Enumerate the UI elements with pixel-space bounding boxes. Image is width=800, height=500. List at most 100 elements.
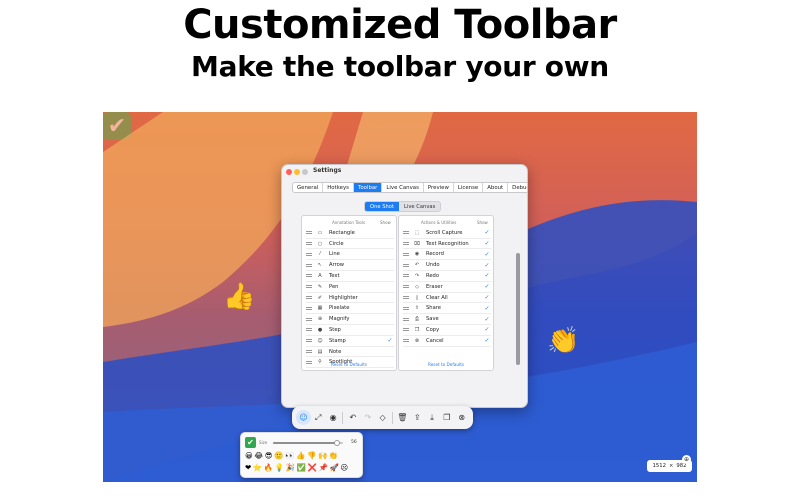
tab-toolbar[interactable]: Toolbar xyxy=(353,183,383,192)
emoji-option[interactable]: ☹ xyxy=(340,464,348,472)
list-item[interactable]: ▤ Note xyxy=(306,347,394,358)
drag-handle-icon[interactable] xyxy=(403,263,409,267)
segment-live-canvas[interactable]: Live Canvas xyxy=(399,202,440,211)
list-item[interactable]: ◉ Record ✓ xyxy=(403,250,491,261)
selected-emoji[interactable]: ✔ xyxy=(245,437,256,448)
cancel-button[interactable]: ⊗ xyxy=(454,410,469,425)
emoji-option[interactable]: 🚀 xyxy=(329,464,338,472)
tab-general[interactable]: General xyxy=(293,183,324,192)
emoji-option[interactable]: 💡 xyxy=(275,464,284,472)
list-item[interactable]: ☺ Stamp ✓ xyxy=(306,336,394,347)
show-checkmark-icon[interactable]: ✓ xyxy=(483,240,491,247)
emoji-option[interactable]: 😂 xyxy=(254,452,263,460)
list-item[interactable]: ⊕ Magnify xyxy=(306,314,394,325)
list-item[interactable]: ▯ Clear All ✓ xyxy=(403,293,491,304)
show-checkmark-icon[interactable]: ✓ xyxy=(483,316,491,323)
tab-live-canvas[interactable]: Live Canvas xyxy=(382,183,424,192)
show-checkmark-icon[interactable]: ✓ xyxy=(386,337,394,344)
drag-handle-icon[interactable] xyxy=(306,263,312,267)
emoji-option[interactable]: ✅ xyxy=(297,464,306,472)
tab-debug[interactable]: Debug xyxy=(508,183,527,192)
drag-handle-icon[interactable] xyxy=(306,317,312,321)
eraser-button[interactable]: ◇ xyxy=(375,410,390,425)
drag-handle-icon[interactable] xyxy=(306,296,312,300)
drag-handle-icon[interactable] xyxy=(306,242,312,246)
copy-button[interactable]: ❐ xyxy=(439,410,454,425)
show-checkmark-icon[interactable]: ✓ xyxy=(483,251,491,258)
emoji-option[interactable]: ⭐ xyxy=(253,464,262,472)
emoji-option[interactable]: 😎 xyxy=(265,452,273,460)
show-checkmark-icon[interactable]: ✓ xyxy=(483,326,491,333)
show-checkmark-icon[interactable]: ✓ xyxy=(483,229,491,236)
drag-handle-icon[interactable] xyxy=(306,285,312,289)
pin-icon[interactable]: ⊕ xyxy=(682,455,691,464)
drag-handle-icon[interactable] xyxy=(403,242,409,246)
emoji-option[interactable]: 👀 xyxy=(285,452,294,460)
list-item[interactable]: A Text xyxy=(306,271,394,282)
list-item[interactable]: ⌧ Text Recognition ✓ xyxy=(403,239,491,250)
show-checkmark-icon[interactable]: ✓ xyxy=(483,294,491,301)
undo-button[interactable]: ↶ xyxy=(345,410,360,425)
show-checkmark-icon[interactable]: ✓ xyxy=(483,337,491,344)
emoji-option[interactable]: 🔥 xyxy=(264,464,273,472)
show-checkmark-icon[interactable]: ✓ xyxy=(483,305,491,312)
drag-handle-icon[interactable] xyxy=(306,328,312,332)
drag-handle-icon[interactable] xyxy=(403,328,409,332)
tab-license[interactable]: License xyxy=(454,183,484,192)
emoji-option[interactable]: 👎 xyxy=(307,452,316,460)
show-checkmark-icon[interactable]: ✓ xyxy=(483,283,491,290)
tab-preview[interactable]: Preview xyxy=(424,183,454,192)
tab-hotkeys[interactable]: Hotkeys xyxy=(323,183,354,192)
list-item[interactable]: ⇪ Share ✓ xyxy=(403,304,491,315)
drag-handle-icon[interactable] xyxy=(306,274,312,278)
emoji-option[interactable]: 👏 xyxy=(329,452,338,460)
list-item[interactable]: ✎ Pen xyxy=(306,282,394,293)
zoom-window-button[interactable] xyxy=(302,169,308,175)
redo-button[interactable]: ↷ xyxy=(360,410,375,425)
emoji-option[interactable]: 🎉 xyxy=(286,464,295,472)
list-item[interactable]: ⊗ Cancel ✓ xyxy=(403,336,491,347)
list-item[interactable]: ▦ Pixelate xyxy=(306,304,394,315)
list-item[interactable]: ○ Circle xyxy=(306,239,394,250)
list-item[interactable]: ↷ Redo ✓ xyxy=(403,271,491,282)
list-item[interactable]: ▭ Rectangle xyxy=(306,228,394,239)
emoji-option[interactable]: 👍 xyxy=(296,452,305,460)
drag-handle-icon[interactable] xyxy=(306,339,312,343)
reset-defaults-link[interactable]: Reset to Defaults xyxy=(399,362,493,367)
emoji-option[interactable]: 😀 xyxy=(245,452,253,460)
drag-handle-icon[interactable] xyxy=(403,339,409,343)
drag-handle-icon[interactable] xyxy=(403,252,409,256)
share-button[interactable]: ⇪ xyxy=(410,410,425,425)
list-item[interactable]: ◇ Eraser ✓ xyxy=(403,282,491,293)
size-slider-knob[interactable] xyxy=(334,440,341,446)
tab-about[interactable]: About xyxy=(483,183,509,192)
list-item[interactable]: ⎙ Save ✓ xyxy=(403,314,491,325)
close-window-button[interactable] xyxy=(286,169,292,175)
clear-all-button[interactable]: 🗑 xyxy=(395,410,410,425)
size-slider[interactable] xyxy=(273,440,343,446)
emoji-option[interactable]: 🙂 xyxy=(274,452,283,460)
list-item[interactable]: ⬚ Scroll Capture ✓ xyxy=(403,228,491,239)
emoji-option[interactable]: 📌 xyxy=(319,464,328,472)
list-item[interactable]: ↶ Undo ✓ xyxy=(403,260,491,271)
show-checkmark-icon[interactable]: ✓ xyxy=(483,272,491,279)
minimize-window-button[interactable] xyxy=(294,169,300,175)
drag-handle-icon[interactable] xyxy=(403,274,409,278)
record-button[interactable]: ◉ xyxy=(326,410,341,425)
list-item[interactable]: ❐ Copy ✓ xyxy=(403,325,491,336)
save-button[interactable]: ⤓ xyxy=(425,410,440,425)
list-item[interactable]: ✐ Highlighter xyxy=(306,293,394,304)
scroll-capture-button[interactable]: ⤢ xyxy=(311,410,326,425)
emoji-option[interactable]: ❤ xyxy=(245,464,251,472)
drag-handle-icon[interactable] xyxy=(306,252,312,256)
drag-handle-icon[interactable] xyxy=(403,285,409,289)
emoji-option[interactable]: ❌ xyxy=(308,464,317,472)
drag-handle-icon[interactable] xyxy=(306,231,312,235)
emoji-option[interactable]: 🙌 xyxy=(318,452,327,460)
list-item[interactable]: ⁄ Line xyxy=(306,250,394,261)
list-item[interactable]: ● Step xyxy=(306,325,394,336)
drag-handle-icon[interactable] xyxy=(306,350,312,354)
drag-handle-icon[interactable] xyxy=(403,317,409,321)
drag-handle-icon[interactable] xyxy=(306,306,312,310)
window-scrollbar[interactable] xyxy=(516,253,520,365)
